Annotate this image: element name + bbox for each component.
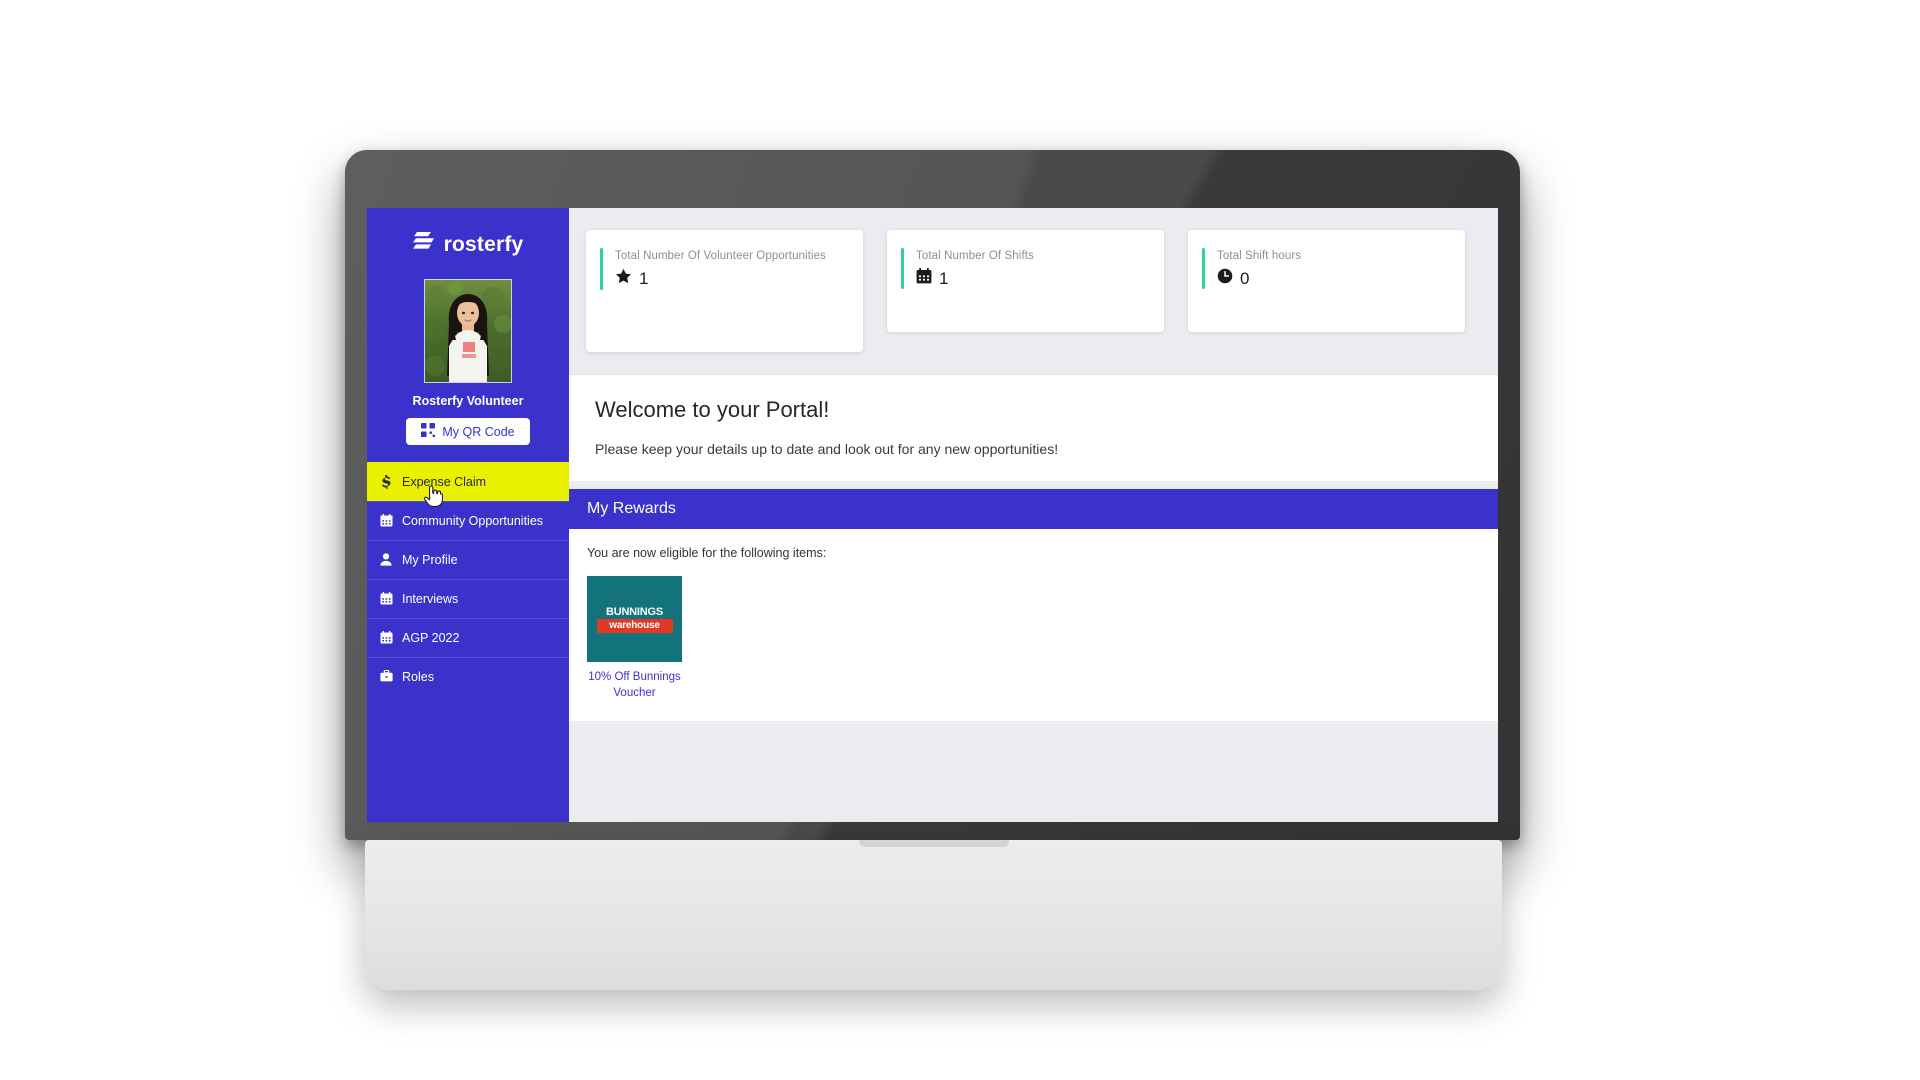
my-qr-code-label: My QR Code [442, 424, 515, 439]
stat-value: 0 [1240, 268, 1250, 288]
stat-title: Total Shift hours [1217, 250, 1302, 262]
stat-value-group: 0 [1217, 268, 1301, 289]
stat-value: 1 [639, 269, 649, 288]
rewards-grid: BUNNINGS warehouse 10% Off Bunnings Vouc… [587, 576, 1480, 701]
clock-icon [1217, 268, 1233, 289]
rewards-note: You are now eligible for the following i… [587, 546, 827, 560]
reward-label: 10% Off Bunnings Voucher [588, 671, 681, 699]
page-title: Welcome to your Portal! [595, 397, 830, 422]
sidebar-item-label: Interviews [402, 592, 459, 606]
rosterfy-bars-logo-icon [412, 230, 435, 259]
briefcase-icon [379, 669, 393, 682]
rewards-heading: My Rewards [569, 489, 1498, 529]
laptop-base-notch [858, 840, 1009, 847]
page-root: rosterfy Rosterfy Volunteer My QR Code E… [0, 0, 1920, 1080]
sidebar-item-label: Expense Claim [402, 475, 487, 489]
main-content: Total Number Of Volunteer Opportunities [569, 208, 1498, 822]
stat-value: 1 [939, 268, 949, 288]
stat-accent-bar [1202, 248, 1205, 289]
stat-title: Total Number Of Volunteer Opportunities [615, 250, 827, 262]
sidebar-nav: Expense Claim Community Opportunities My… [367, 462, 569, 696]
laptop-screen: rosterfy Rosterfy Volunteer My QR Code E… [367, 208, 1498, 822]
stat-card-total-shift-hours: Total Shift hours 0 [1188, 230, 1465, 332]
stat-card-total-shifts: Total Number Of Shifts 1 [887, 230, 1164, 332]
laptop-mockup: rosterfy Rosterfy Volunteer My QR Code E… [345, 150, 1520, 995]
sidebar-item-label: My Profile [402, 553, 458, 567]
rosterfy-portal-app: rosterfy Rosterfy Volunteer My QR Code E… [367, 208, 1498, 822]
sidebar-item-interviews[interactable]: Interviews [367, 579, 569, 618]
sidebar-item-my-profile[interactable]: My Profile [367, 540, 569, 579]
stat-title: Total Number Of Shifts [916, 250, 1034, 262]
sidebar: rosterfy Rosterfy Volunteer My QR Code E… [367, 208, 569, 822]
profile-block: Rosterfy Volunteer My QR Code [367, 275, 569, 445]
stat-accent-bar [901, 248, 904, 289]
stat-card-volunteer-opportunities: Total Number Of Volunteer Opportunities [586, 230, 863, 352]
brand[interactable]: rosterfy [367, 208, 569, 275]
person-icon [379, 552, 393, 566]
welcome-subtitle: Please keep your details up to date and … [595, 441, 1059, 457]
bunnings-logo-icon: BUNNINGS warehouse [596, 605, 673, 633]
sidebar-item-label: Community Opportunities [402, 514, 544, 528]
stat-accent-bar [600, 248, 603, 290]
calendar-icon [379, 630, 393, 644]
reward-image: BUNNINGS warehouse [587, 576, 682, 662]
calendar-icon [379, 513, 393, 527]
sidebar-item-agp-2022[interactable]: AGP 2022 [367, 618, 569, 657]
dollar-icon [379, 474, 393, 489]
rewards-panel: My Rewards You are now eligible for the … [569, 489, 1498, 721]
my-qr-code-button[interactable]: My QR Code [406, 418, 530, 445]
rewards-body: You are now eligible for the following i… [569, 529, 1498, 721]
laptop-lid: rosterfy Rosterfy Volunteer My QR Code E… [345, 150, 1520, 840]
brand-name: rosterfy [443, 232, 524, 256]
sidebar-item-roles[interactable]: Roles [367, 657, 569, 696]
bunnings-logo-bottom: warehouse [596, 618, 673, 633]
sidebar-item-label: AGP 2022 [402, 631, 460, 645]
sidebar-item-label: Roles [402, 670, 434, 684]
avatar [424, 279, 512, 383]
calendar-icon [916, 268, 932, 289]
bunnings-logo-top: BUNNINGS [605, 605, 664, 618]
profile-name: Rosterfy Volunteer [412, 394, 524, 408]
stats-row: Total Number Of Volunteer Opportunities [569, 208, 1498, 374]
star-icon [615, 268, 632, 290]
stat-value-group: 1 [615, 268, 826, 290]
reward-card-bunnings-voucher[interactable]: BUNNINGS warehouse 10% Off Bunnings Vouc… [587, 576, 682, 701]
sidebar-item-expense-claim[interactable]: Expense Claim [367, 462, 569, 507]
sidebar-item-community-opportunities[interactable]: Community Opportunities [367, 501, 569, 540]
laptop-base [365, 840, 1502, 990]
calendar-icon [379, 591, 393, 605]
qr-code-icon [421, 423, 436, 440]
welcome-panel: Welcome to your Portal! Please keep your… [569, 374, 1498, 481]
stat-value-group: 1 [916, 268, 1034, 289]
